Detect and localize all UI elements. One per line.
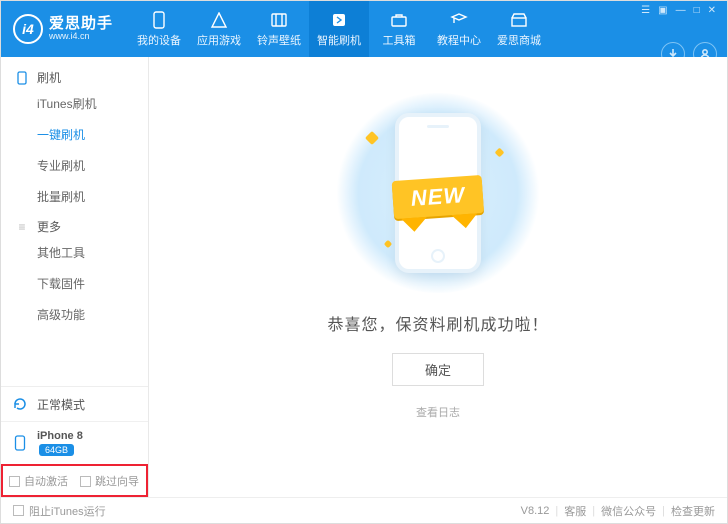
checkbox-block-itunes[interactable]: 阻止iTunes运行 (13, 503, 106, 519)
main-content: NEW 恭喜您，保资料刷机成功啦！ 确定 查看日志 (149, 57, 727, 497)
refresh-icon (11, 395, 29, 413)
sidebar-item-oneclick-flash[interactable]: 一键刷机 (1, 119, 148, 150)
tab-apps-games[interactable]: 应用游戏 (189, 1, 249, 57)
app-logo: i4 爱思助手 www.i4.cn (13, 14, 113, 44)
main-tabs: 我的设备 应用游戏 铃声壁纸 智能刷机 工具箱 教程中心 爱思商城 (129, 1, 549, 57)
tab-ringtones[interactable]: 铃声壁纸 (249, 1, 309, 57)
tab-my-device[interactable]: 我的设备 (129, 1, 189, 57)
minimize-icon[interactable]: — (675, 5, 687, 16)
storage-badge: 64GB (39, 444, 74, 456)
version-label: V8.12 (521, 505, 550, 517)
ok-button[interactable]: 确定 (392, 353, 484, 386)
tab-flash[interactable]: 智能刷机 (309, 1, 369, 57)
checkbox-skip-guide[interactable]: 跳过向导 (80, 473, 139, 489)
success-message: 恭喜您，保资料刷机成功啦！ (327, 311, 548, 335)
sidebar-item-other-tools[interactable]: 其他工具 (1, 237, 148, 268)
header: i4 爱思助手 www.i4.cn 我的设备 应用游戏 铃声壁纸 智能刷机 工具… (1, 1, 727, 57)
support-link[interactable]: 客服 (564, 503, 586, 519)
check-update-link[interactable]: 检查更新 (671, 503, 715, 519)
new-ribbon: NEW (392, 175, 485, 219)
checkbox-auto-activate[interactable]: 自动激活 (9, 473, 68, 489)
sidebar-item-advanced[interactable]: 高级功能 (1, 299, 148, 330)
sidebar-group-more: ≡ 更多 (1, 212, 148, 237)
logo-icon: i4 (13, 14, 43, 44)
close-icon[interactable]: ✕ (707, 5, 717, 16)
device-info[interactable]: iPhone 8 64GB (1, 421, 148, 464)
tab-store[interactable]: 爱思商城 (489, 1, 549, 57)
sidebar-item-pro-flash[interactable]: 专业刷机 (1, 150, 148, 181)
sidebar: 刷机 iTunes刷机 一键刷机 专业刷机 批量刷机 ≡ 更多 其他工具 下载固… (1, 57, 149, 497)
window-controls: ☰ ▣ — □ ✕ (640, 5, 717, 16)
options-row: 自动激活 跳过向导 (1, 464, 148, 497)
maximize-icon[interactable]: □ (693, 5, 701, 16)
phone-icon (15, 71, 29, 85)
sidebar-item-batch-flash[interactable]: 批量刷机 (1, 181, 148, 212)
sidebar-group-flash: 刷机 (1, 63, 148, 88)
menu-icon[interactable]: ☰ (640, 5, 651, 16)
view-log-link[interactable]: 查看日志 (416, 404, 460, 420)
app-url: www.i4.cn (49, 32, 113, 42)
sidebar-item-itunes-flash[interactable]: iTunes刷机 (1, 88, 148, 119)
wechat-link[interactable]: 微信公众号 (601, 503, 656, 519)
skin-icon[interactable]: ▣ (657, 5, 668, 16)
app-title: 爱思助手 (49, 16, 113, 33)
status-bar: 阻止iTunes运行 V8.12 | 客服 | 微信公众号 | 检查更新 (1, 497, 727, 523)
more-icon: ≡ (15, 220, 29, 234)
sidebar-item-download-firmware[interactable]: 下载固件 (1, 268, 148, 299)
device-mode[interactable]: 正常模式 (1, 387, 148, 421)
success-illustration: NEW (333, 93, 543, 293)
device-icon (11, 434, 29, 452)
tab-toolbox[interactable]: 工具箱 (369, 1, 429, 57)
tab-tutorials[interactable]: 教程中心 (429, 1, 489, 57)
